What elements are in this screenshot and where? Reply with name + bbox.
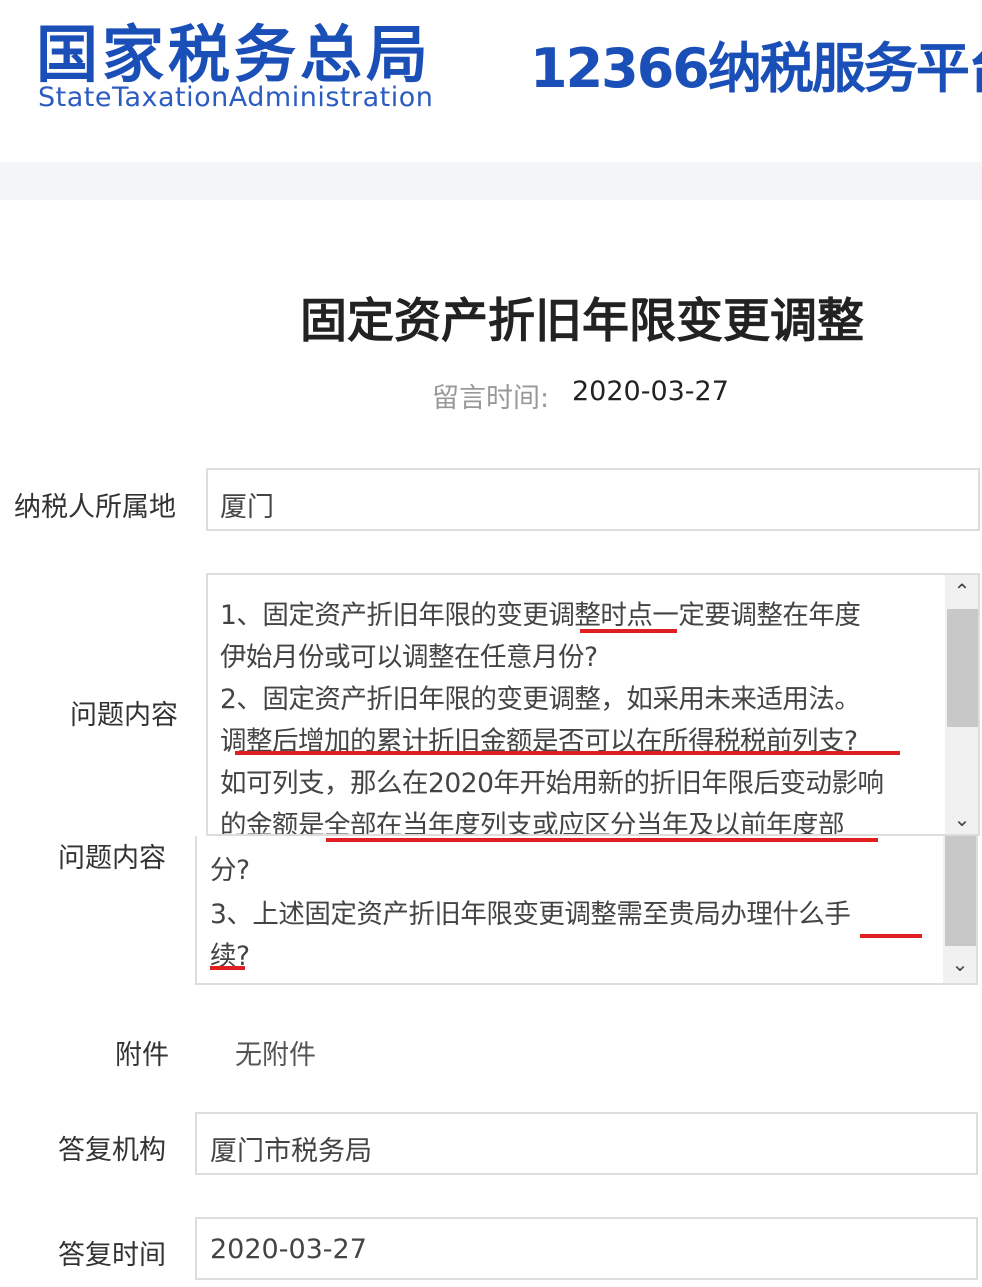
question-line: 伊始月份或可以调整在任意月份?: [220, 635, 598, 674]
attachment-value: 无附件: [235, 1033, 316, 1072]
reply-org-field[interactable]: 厦门市税务局: [195, 1112, 978, 1175]
reply-org-value: 厦门市税务局: [210, 1129, 372, 1168]
nav-band: [0, 162, 982, 200]
scroll-down-icon[interactable]: ⌄: [943, 952, 977, 976]
logo-english: StateTaxationAdministration: [38, 82, 433, 113]
question-line: 3、上述固定资产折旧年限变更调整需至贵局办理什么手: [210, 892, 850, 931]
highlight-underline: [235, 751, 900, 755]
page-title: 固定资产折旧年限变更调整: [300, 282, 864, 351]
highlight-underline: [580, 629, 677, 633]
scrollbar-thumb[interactable]: [945, 836, 976, 946]
location-value: 厦门: [220, 485, 274, 524]
question-textarea[interactable]: 1、固定资产折旧年限的变更调整时点一定要调整在年度 伊始月份或可以调整在任意月份…: [206, 573, 980, 836]
scroll-down-icon[interactable]: ⌄: [945, 807, 979, 831]
scrollbar[interactable]: ⌃ ⌄: [945, 575, 980, 836]
message-time-value: 2020-03-27: [572, 376, 729, 407]
logo-chinese[interactable]: 国家税务总局: [36, 4, 432, 94]
question-line: 2、固定资产折旧年限的变更调整，如采用未来适用法。: [220, 677, 860, 716]
question-label: 问题内容: [70, 693, 178, 732]
question-line: 如可列支，那么在2020年开始用新的折旧年限后变动影响: [220, 761, 883, 800]
attachment-label: 附件: [115, 1033, 169, 1072]
question-line: 的金额是全部在当年度列支或应区分当年及以前年度部: [220, 803, 844, 836]
scroll-up-icon[interactable]: ⌃: [945, 579, 979, 603]
message-time-label: 留言时间:: [432, 376, 549, 415]
question-line: 1、固定资产折旧年限的变更调整时点一定要调整在年度: [220, 593, 860, 632]
question-textarea-continued[interactable]: 分? 3、上述固定资产折旧年限变更调整需至贵局办理什么手 续? ⌄: [195, 836, 978, 985]
platform-title: 12366纳税服务平台: [530, 24, 982, 103]
reply-time-value: 2020-03-27: [210, 1234, 367, 1265]
reply-time-field[interactable]: 2020-03-27: [195, 1217, 978, 1280]
question-line: 分?: [210, 848, 250, 887]
highlight-underline: [210, 966, 245, 970]
scrollbar-thumb[interactable]: [947, 609, 978, 727]
location-field[interactable]: 厦门: [206, 468, 980, 531]
highlight-underline: [860, 934, 922, 938]
reply-org-label: 答复机构: [58, 1128, 166, 1167]
scrollbar[interactable]: ⌄: [943, 836, 978, 983]
reply-time-label: 答复时间: [58, 1233, 166, 1272]
highlight-underline: [326, 838, 878, 842]
question-label-2: 问题内容: [58, 836, 166, 875]
location-label: 纳税人所属地: [14, 485, 176, 524]
